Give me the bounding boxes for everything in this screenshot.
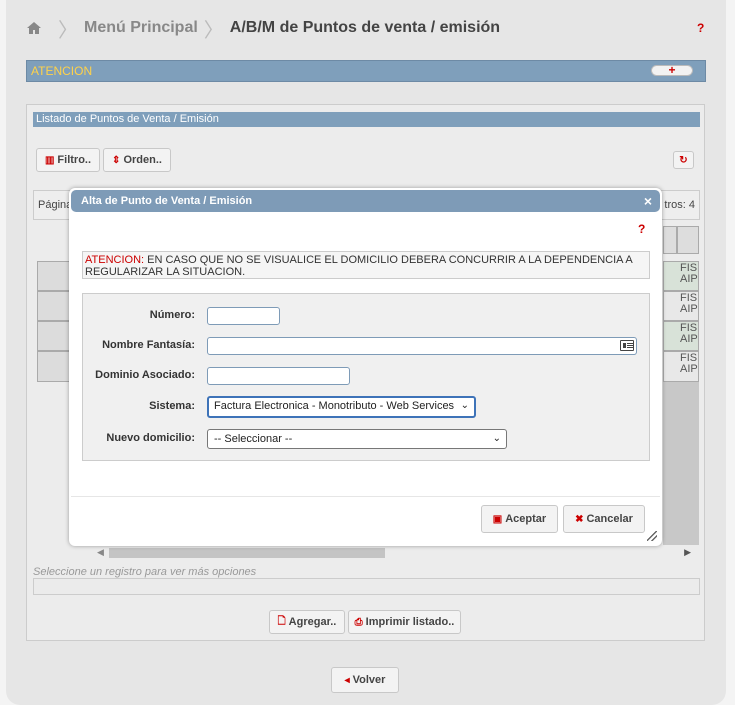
print-button-label: Imprimir listado.. [365,616,455,628]
document-icon: 🗋 [277,615,286,627]
dialog-title: Alta de Punto de Venta / Emisión [81,195,253,207]
attention-message: ATENCION: EN CASO QUE NO SE VISUALICE EL… [82,251,650,279]
back-button-label: Volver [352,674,386,686]
pager-page-label: Página [38,199,73,211]
cancel-icon: ✖ [575,513,584,525]
dialog-footer: ▣ Aceptar ✖ Cancelar [71,496,660,544]
attention-label: ATENCION [31,64,93,78]
scroll-right-icon[interactable]: ▶ [684,547,691,558]
nombre-fantasia-label: Nombre Fantasía: [102,339,195,351]
save-icon: ▣ [492,513,503,525]
dialog-title-bar: Alta de Punto de Venta / Emisión × [71,190,660,212]
attention-bar: ATENCION + [26,60,706,82]
table-cell-text: FIS AIP [680,262,698,285]
print-list-button[interactable]: ⎙ Imprimir listado.. [348,610,461,634]
dialog-help-icon[interactable]: ? [638,222,645,236]
close-icon[interactable]: × [644,190,652,212]
help-icon[interactable]: ? [697,21,704,35]
page-title: A/B/M de Puntos de venta / emisión [229,19,501,36]
numero-input[interactable] [207,307,280,325]
cancel-button-label: Cancelar [586,513,633,525]
accept-button-label: Aceptar [505,513,547,525]
sistema-label: Sistema: [149,400,195,412]
refresh-button[interactable]: ↻ [673,151,694,169]
nombre-fantasia-input[interactable] [207,337,637,355]
dominio-label: Dominio Asociado: [95,369,195,381]
cancel-button[interactable]: ✖ Cancelar [563,505,645,533]
attention-message-text: EN CASO QUE NO SE VISUALICE EL DOMICILIO… [85,254,633,278]
accept-button[interactable]: ▣ Aceptar [481,505,558,533]
horizontal-scrollbar[interactable]: ◀ ▶ [95,547,693,559]
pager-records-label: tros: 4 [664,199,695,211]
grid-empty-area [663,382,699,545]
printer-icon: ⎙ [354,616,363,628]
breadcrumb-separator: 〉 [58,19,78,42]
table-cell-text: FIS AIP [680,322,698,345]
add-point-of-sale-dialog: Alta de Punto de Venta / Emisión × ? ATE… [69,188,662,546]
table-cell-text: FIS AIP [680,292,698,315]
chevron-down-icon: ⌄ [492,433,501,444]
grid-header-cell[interactable] [677,226,699,254]
sistema-select-value: Factura Electronica - Monotributo - Web … [214,400,455,412]
nuevo-domicilio-label: Nuevo domicilio: [106,432,195,444]
table-row[interactable] [37,321,71,351]
table-row[interactable] [37,291,71,321]
chevron-left-icon: ◂ [344,674,350,686]
list-title: Listado de Puntos de Venta / Emisión [33,112,700,127]
nuevo-domicilio-select-value: -- Seleccionar -- [214,433,293,445]
order-button-label: Orden.. [123,154,162,166]
selection-hint: Seleccione un registro para ver más opci… [33,566,257,578]
table-row[interactable] [37,351,71,382]
form-panel: Número: Nombre Fantasía: Dominio Asociad… [82,293,650,461]
filter-button-label: Filtro.. [57,154,92,166]
breadcrumb: 〉 Menú Principal 〉 A/B/M de Puntos de ve… [26,16,501,42]
filter-button[interactable]: ▥ Filtro.. [36,148,100,172]
home-icon[interactable] [26,20,42,36]
nuevo-domicilio-select[interactable]: -- Seleccionar -- ⌄ [207,429,507,449]
options-area [33,578,700,595]
grid-header-cell[interactable] [663,226,677,254]
breadcrumb-separator: 〉 [203,19,224,42]
chevron-down-icon: ⌄ [460,400,469,411]
expand-attention-button[interactable]: + [651,64,693,76]
sistema-select[interactable]: Factura Electronica - Monotributo - Web … [207,396,476,418]
refresh-icon: ↻ [679,154,688,166]
attention-message-label: ATENCION: [85,254,145,266]
scrollbar-thumb[interactable] [109,548,385,558]
back-button[interactable]: ◂ Volver [331,667,399,693]
sort-icon: ⇕ [112,154,121,166]
id-card-icon[interactable] [620,340,634,351]
resize-handle-icon[interactable] [647,531,657,541]
table-cell-text: FIS AIP [680,352,698,375]
add-button-label: Agregar.. [288,616,337,628]
order-button[interactable]: ⇕ Orden.. [103,148,171,172]
filter-icon: ▥ [44,154,55,166]
add-button[interactable]: 🗋 Agregar.. [269,610,345,634]
table-row[interactable] [37,261,71,291]
numero-label: Número: [149,309,195,321]
dominio-input[interactable] [207,367,350,385]
breadcrumb-parent[interactable]: Menú Principal [84,19,198,37]
scroll-left-icon[interactable]: ◀ [97,547,104,558]
